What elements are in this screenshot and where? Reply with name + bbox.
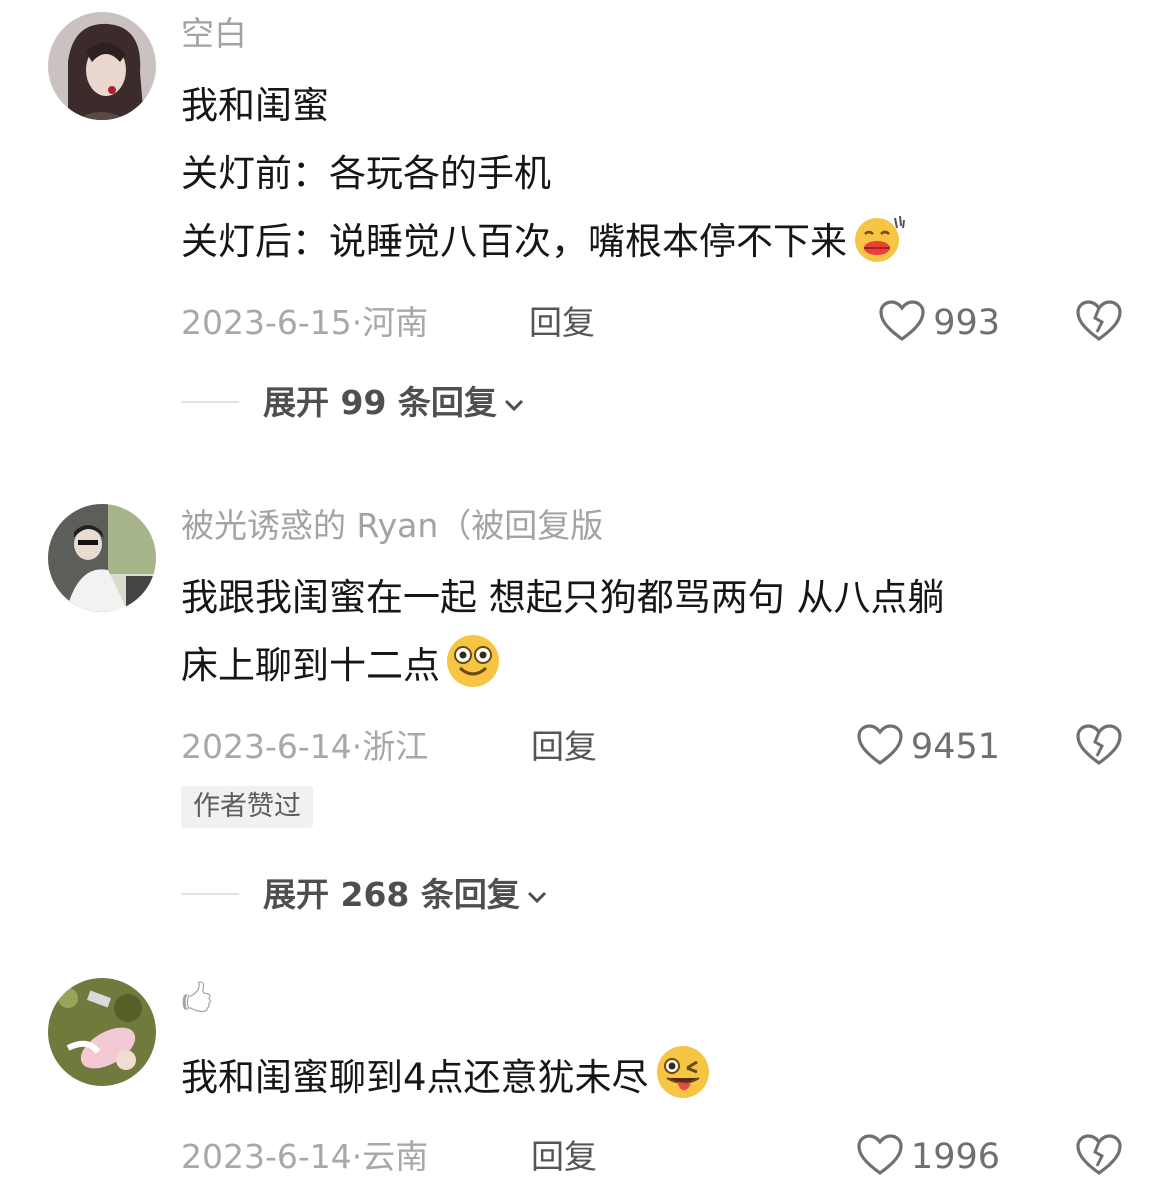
dizzy-smile-emoji-icon (444, 632, 502, 710)
user-avatar[interactable] (48, 978, 156, 1086)
expand-replies-label: 展开 99 条回复 (263, 383, 497, 422)
avatar-image (48, 978, 156, 1086)
comment-location: 河南 (362, 303, 429, 342)
comment-date-location: 2023-6-14·浙江 (181, 722, 428, 772)
comment-location: 云南 (362, 1137, 429, 1176)
comment-meta: 2023-6-15·河南 回复 993 (181, 298, 1130, 348)
like-button[interactable]: 9451 (857, 722, 1000, 772)
divider (181, 401, 239, 403)
comment-date: 2023-6-14· (181, 727, 363, 766)
like-count: 9451 (910, 727, 1000, 767)
comment-text-line: 我和闺蜜 (181, 84, 329, 127)
heart-icon (879, 300, 925, 346)
comment-text-line: 关灯后：说睡觉八百次，嘴根本停不下来 (181, 208, 1130, 286)
avatar-image (48, 504, 156, 612)
user-avatar[interactable] (48, 504, 156, 612)
author-liked-badge: 作者赞过 (181, 786, 313, 828)
chevron-down-icon (526, 868, 548, 918)
comment-text: 我和闺蜜聊到4点还意犹未尽 (181, 1056, 649, 1099)
expand-replies: 展开 268 条回复 (181, 868, 1130, 918)
heart-icon (857, 724, 903, 770)
expand-replies-button[interactable]: 展开 99 条回复 (263, 376, 525, 428)
broken-heart-icon[interactable] (1076, 724, 1122, 770)
avatar-image (48, 12, 156, 120)
user-avatar[interactable] (48, 12, 156, 120)
expand-replies: 展开 99 条回复 (181, 376, 1130, 426)
comment-text-line: 关灯前：各玩各的手机 (181, 152, 551, 195)
username[interactable]: 空白 (181, 12, 1130, 56)
reply-button[interactable]: 回复 (531, 1132, 597, 1182)
comment-meta: 2023-6-14·浙江 回复 9451 (181, 722, 1130, 772)
divider (181, 893, 239, 895)
heart-icon (857, 1134, 903, 1180)
comment-text-line: 我和闺蜜聊到4点还意犹未尽 (181, 1044, 1130, 1122)
comment-date: 2023-6-14· (181, 1137, 363, 1176)
broken-heart-icon[interactable] (1076, 1134, 1122, 1180)
expand-replies-button[interactable]: 展开 268 条回复 (263, 868, 548, 920)
reply-button[interactable]: 回复 (531, 722, 597, 772)
username[interactable]: 被光诱惑的 Ryan（被回复版 (181, 504, 1130, 548)
comment-meta: 2023-6-14·云南 回复 1996 (181, 1132, 1130, 1182)
kiss-emoji-icon (851, 212, 907, 286)
comment-text: 关灯后：说睡觉八百次，嘴根本停不下来 (181, 220, 847, 263)
like-button[interactable]: 993 (879, 298, 1000, 348)
comment-text-line: 床上聊到十二点 (181, 632, 1130, 710)
like-count: 993 (933, 303, 1000, 343)
comment-date-location: 2023-6-15·河南 (181, 298, 428, 348)
comment-text: 床上聊到十二点 (181, 644, 440, 687)
wink-tongue-emoji-icon (653, 1044, 713, 1122)
like-button[interactable]: 1996 (857, 1132, 1000, 1182)
like-count: 1996 (910, 1137, 1000, 1177)
expand-replies-label: 展开 268 条回复 (263, 875, 520, 914)
comment-text-line: 我跟我闺蜜在一起 想起只狗都骂两句 从八点躺 (181, 576, 945, 619)
reply-button[interactable]: 回复 (529, 298, 595, 348)
comment-date-location: 2023-6-14·云南 (181, 1132, 428, 1182)
chevron-down-icon (503, 376, 525, 426)
username[interactable]: 🖒 (181, 978, 1130, 1022)
comment-date: 2023-6-15· (181, 303, 363, 342)
comment-location: 浙江 (362, 727, 429, 766)
broken-heart-icon[interactable] (1076, 300, 1122, 346)
